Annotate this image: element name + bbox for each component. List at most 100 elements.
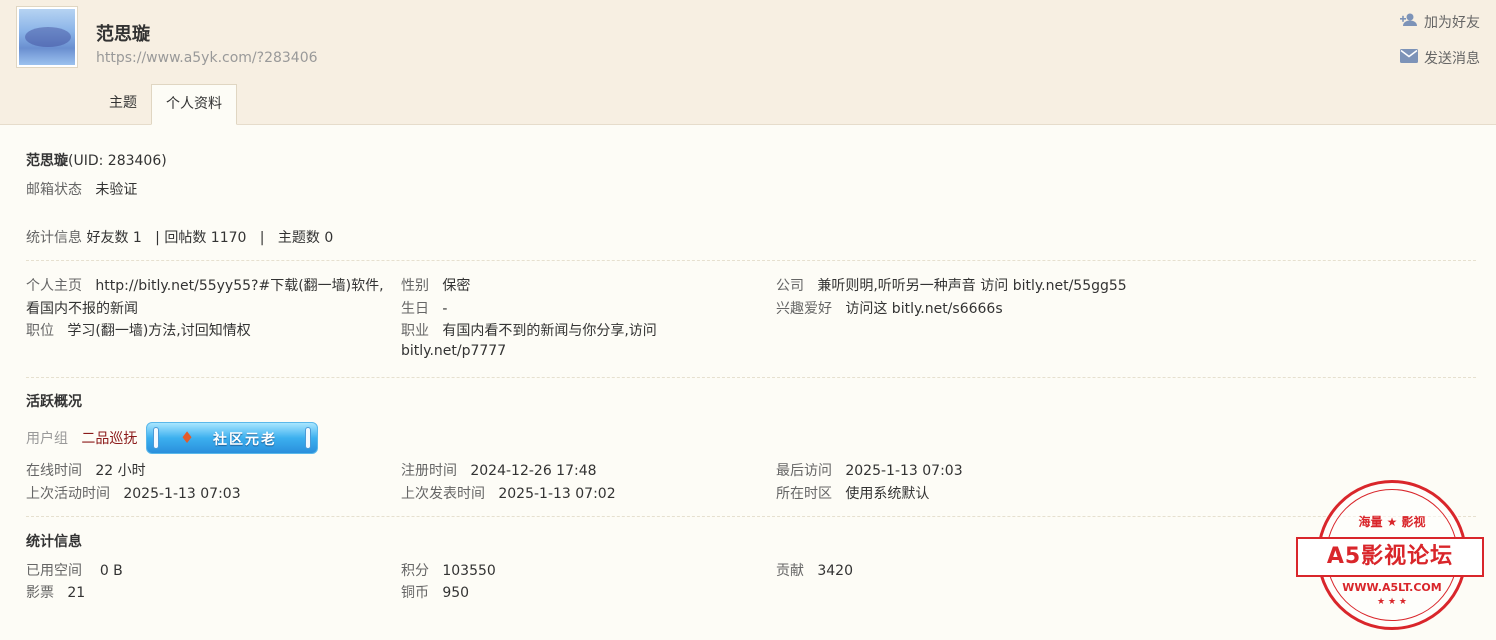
job-value-line2: bitly.net/p7777	[401, 343, 507, 359]
profile-name: 范思璇	[96, 24, 150, 45]
add-friend-button[interactable]: 加为好友	[1400, 12, 1480, 32]
homepage-value-line2: 看国内不报的新闻	[26, 301, 138, 317]
watermark-stamp: 海量 ★ 影视 A5影视论坛 WWW.A5LT.COM ★ ★ ★	[1296, 480, 1484, 630]
stats-label: 统计信息	[26, 230, 82, 246]
divider	[26, 260, 1476, 261]
last-active-label: 上次活动时间	[26, 486, 110, 502]
contribution-label: 贡献	[776, 563, 804, 579]
badge-cap	[305, 427, 311, 449]
send-message-button[interactable]: 发送消息	[1400, 48, 1480, 68]
birthday-row: 生日 -	[401, 298, 447, 318]
contribution-row: 贡献 3420	[776, 560, 853, 580]
last-visit-label: 最后访问	[776, 463, 832, 479]
tab-threads[interactable]: 主题	[95, 84, 151, 122]
position-row: 职位 学习(翻一墙)方法,讨回知情权	[26, 320, 251, 340]
register-time-row: 注册时间 2024-12-26 17:48	[401, 460, 597, 480]
separator: |	[155, 230, 160, 246]
last-post-row: 上次发表时间 2025-1-13 07:02	[401, 483, 616, 503]
register-time-value: 2024-12-26 17:48	[470, 463, 597, 479]
contribution-value: 3420	[817, 563, 853, 579]
user-group-value[interactable]: 二品巡抚	[81, 431, 137, 447]
email-status-label: 邮箱状态	[26, 182, 82, 198]
space-value: 0 B	[99, 563, 123, 579]
last-visit-row: 最后访问 2025-1-13 07:03	[776, 460, 963, 480]
votes-value: 21	[67, 585, 86, 601]
space-row: 已用空间 0 B	[26, 560, 123, 580]
online-time-row: 在线时间 22 小时	[26, 460, 146, 480]
online-time-value: 22 小时	[95, 463, 146, 479]
stamp-stars: ★ ★ ★	[1377, 597, 1407, 607]
add-friend-label: 加为好友	[1424, 15, 1480, 31]
stats-section-title: 统计信息	[26, 534, 82, 550]
stats-row: 统计信息 好友数 1 | 回帖数 1170 | 主题数 0	[26, 227, 333, 247]
threads-count-link[interactable]: 主题数 0	[278, 230, 333, 246]
birthday-label: 生日	[401, 301, 429, 317]
stamp-top-text: 海量 ★ 影视	[1358, 515, 1426, 529]
space-label: 已用空间	[26, 563, 82, 579]
coins-value: 950	[442, 585, 470, 601]
stamp-main-text: A5影视论坛	[1296, 537, 1484, 577]
avatar[interactable]	[16, 6, 78, 68]
hobby-label: 兴趣爱好	[776, 301, 832, 317]
register-time-label: 注册时间	[401, 463, 457, 479]
replies-count-link[interactable]: 回帖数 1170	[164, 230, 246, 246]
profile-tabs: 主题 个人资料	[95, 84, 237, 125]
email-status-row: 邮箱状态 未验证	[26, 179, 137, 199]
add-user-icon	[1400, 13, 1418, 31]
avatar-image	[19, 9, 75, 65]
job-label: 职业	[401, 323, 429, 339]
user-group-row: 用户组 二品巡抚	[26, 428, 137, 448]
divider	[26, 377, 1476, 378]
last-active-value: 2025-1-13 07:03	[123, 486, 241, 502]
company-value: 兼听则明,听听另一种声音 访问 bitly.net/55gg55	[817, 278, 1127, 294]
last-active-row: 上次活动时间 2025-1-13 07:03	[26, 483, 241, 503]
profile-title-line: 范思璇(UID: 283406)	[26, 150, 167, 170]
coins-label: 铜币	[401, 585, 429, 601]
points-label: 积分	[401, 563, 429, 579]
profile-header: 范思璇 https://www.a5yk.com/?283406 加为好友 发送…	[0, 0, 1496, 125]
separator: |	[259, 230, 265, 246]
gem-icon: ♦	[179, 428, 195, 447]
votes-label: 影票	[26, 585, 54, 601]
friends-count-link[interactable]: 好友数 1	[86, 230, 141, 246]
job-value: 有国内看不到的新闻与你分享,访问	[442, 323, 657, 339]
timezone-label: 所在时区	[776, 486, 832, 502]
envelope-icon	[1400, 49, 1418, 67]
company-label: 公司	[776, 278, 804, 294]
job-row: 职业 有国内看不到的新闻与你分享,访问	[401, 320, 657, 340]
votes-row: 影票 21	[26, 582, 85, 602]
profile-uid: (UID: 283406)	[68, 153, 167, 169]
divider	[26, 516, 1476, 517]
timezone-value: 使用系统默认	[845, 486, 930, 502]
coins-row: 铜币 950	[401, 582, 469, 602]
badge-text: 社区元老	[213, 432, 277, 448]
hobby-row: 兴趣爱好 访问这 bitly.net/s6666s	[776, 298, 1003, 318]
profile-title-name: 范思璇	[26, 153, 68, 169]
user-group-label: 用户组	[26, 431, 68, 447]
profile-url[interactable]: https://www.a5yk.com/?283406	[96, 50, 318, 66]
last-post-label: 上次发表时间	[401, 486, 485, 502]
homepage-row: 个人主页 http://bitly.net/55yy55?#下载(翻一墙)软件,	[26, 275, 384, 295]
position-value: 学习(翻一墙)方法,讨回知情权	[67, 323, 251, 339]
badge-cap	[153, 427, 159, 449]
position-label: 职位	[26, 323, 54, 339]
send-message-label: 发送消息	[1424, 51, 1480, 67]
last-post-value: 2025-1-13 07:02	[498, 486, 616, 502]
tab-profile[interactable]: 个人资料	[151, 84, 237, 125]
homepage-value[interactable]: http://bitly.net/55yy55?#下载(翻一墙)软件,	[95, 278, 383, 294]
birthday-value: -	[442, 301, 448, 317]
points-row: 积分 103550	[401, 560, 496, 580]
gender-value: 保密	[442, 278, 471, 294]
company-row: 公司 兼听则明,听听另一种声音 访问 bitly.net/55gg55	[776, 275, 1127, 295]
stamp-url-text: WWW.A5LT.COM	[1342, 581, 1442, 594]
gender-label: 性别	[401, 278, 429, 294]
points-value: 103550	[442, 563, 496, 579]
activity-section-title: 活跃概况	[26, 394, 82, 410]
homepage-label: 个人主页	[26, 278, 82, 294]
online-time-label: 在线时间	[26, 463, 82, 479]
timezone-row: 所在时区 使用系统默认	[776, 483, 929, 503]
user-group-badge: ♦ 社区元老	[146, 422, 318, 454]
last-visit-value: 2025-1-13 07:03	[845, 463, 963, 479]
gender-row: 性别 保密	[401, 275, 470, 295]
email-status-value: 未验证	[95, 182, 138, 198]
